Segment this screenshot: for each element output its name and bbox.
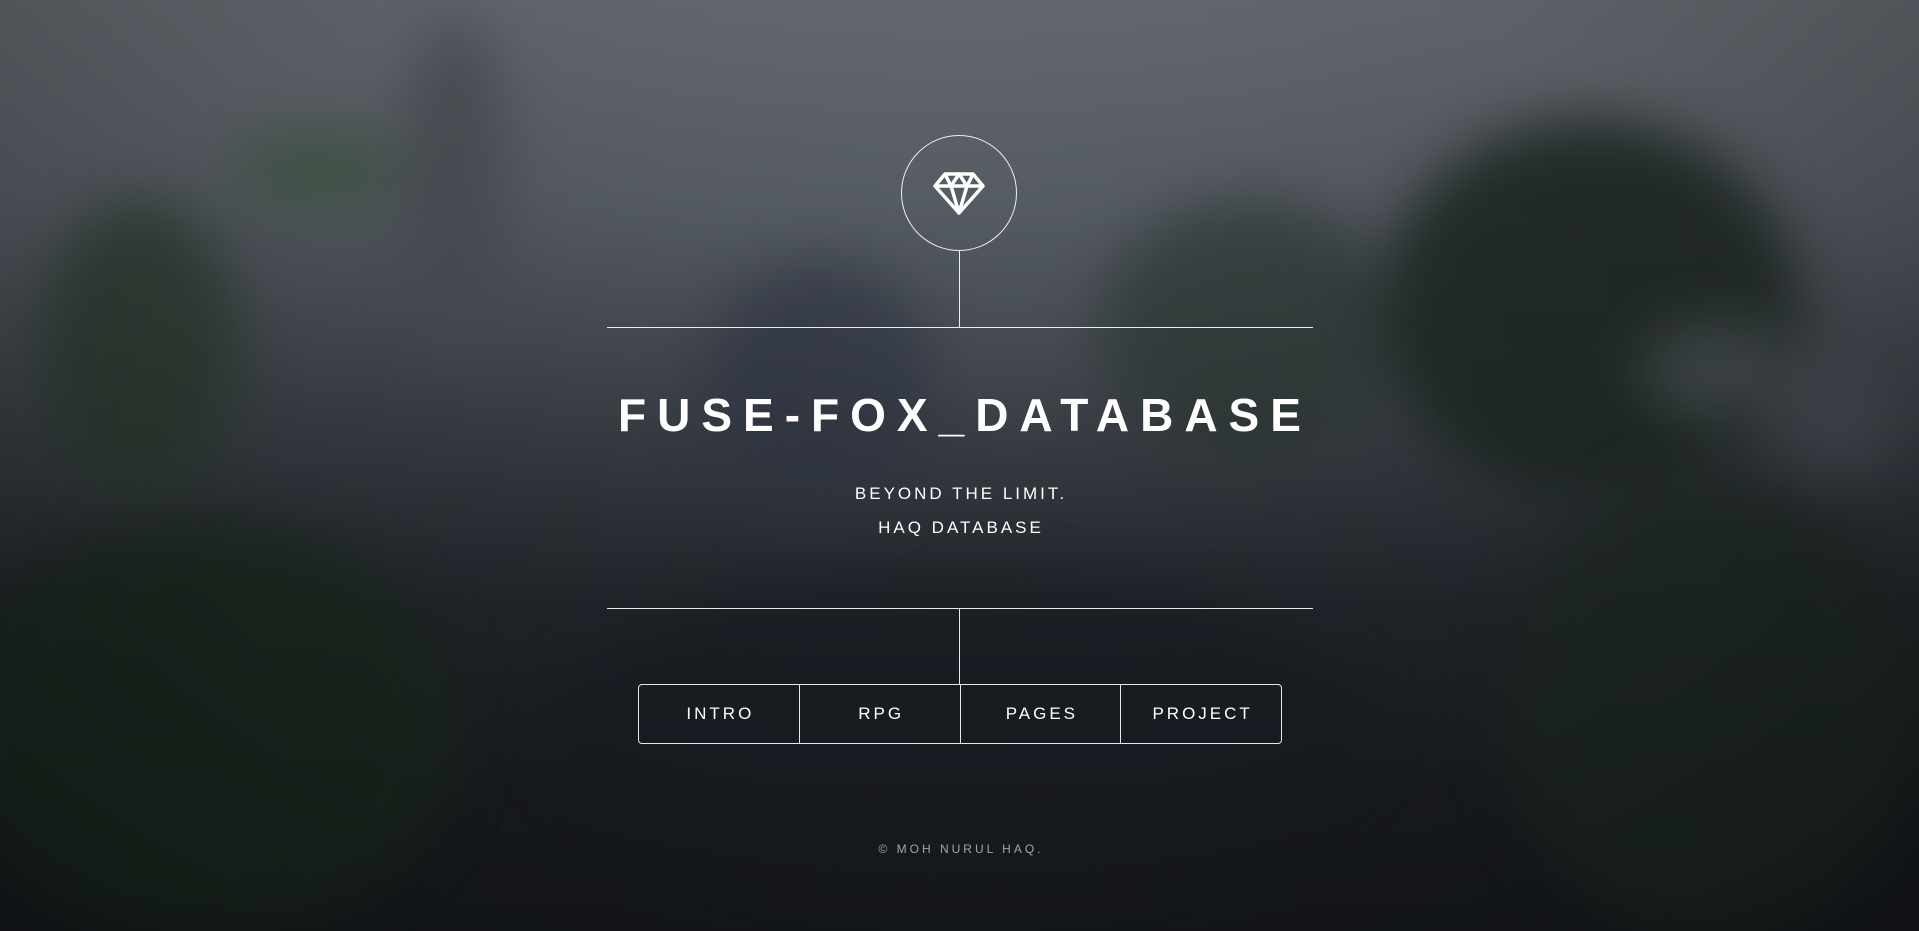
nav-rpg[interactable]: RPG	[798, 685, 960, 743]
main-nav: INTRO RPG PAGES PROJECT	[638, 684, 1282, 744]
divider-top	[607, 327, 1313, 328]
header: FUSE-FOX_DATABASE BEYOND THE LIMIT. HAQ …	[0, 0, 1919, 931]
site-title: FUSE-FOX_DATABASE	[618, 389, 1312, 441]
divider-bottom	[607, 608, 1313, 609]
tagline-line-1: BEYOND THE LIMIT.	[854, 484, 1068, 503]
nav-intro[interactable]: INTRO	[639, 685, 799, 743]
tagline-line-2: HAQ DATABASE	[878, 518, 1044, 537]
nav-project[interactable]: PROJECT	[1120, 685, 1281, 743]
connector-line-top	[959, 251, 960, 327]
nav-pages[interactable]: PAGES	[959, 685, 1121, 743]
connector-line-bottom	[959, 608, 960, 684]
logo	[901, 135, 1017, 251]
diamond-icon	[933, 170, 985, 216]
copyright: © MOH NURUL HAQ.	[878, 842, 1044, 856]
